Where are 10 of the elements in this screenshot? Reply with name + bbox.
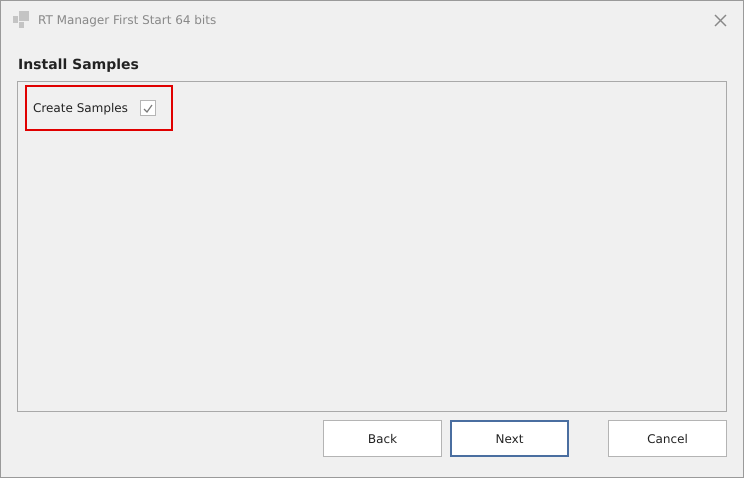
dialog-button[interactable]: Cancel	[608, 420, 727, 457]
dialog-button[interactable]: Next	[450, 420, 569, 457]
checkbox-label: Create Samples	[33, 101, 128, 115]
window-title: RT Manager First Start 64 bits	[38, 13, 218, 27]
section-heading: Install Samples	[18, 57, 140, 73]
check-icon	[142, 104, 153, 112]
checkbox[interactable]	[140, 100, 156, 116]
close-icon	[714, 14, 727, 26]
app-icon	[11, 11, 31, 29]
dialog-button[interactable]: Back	[323, 420, 442, 457]
